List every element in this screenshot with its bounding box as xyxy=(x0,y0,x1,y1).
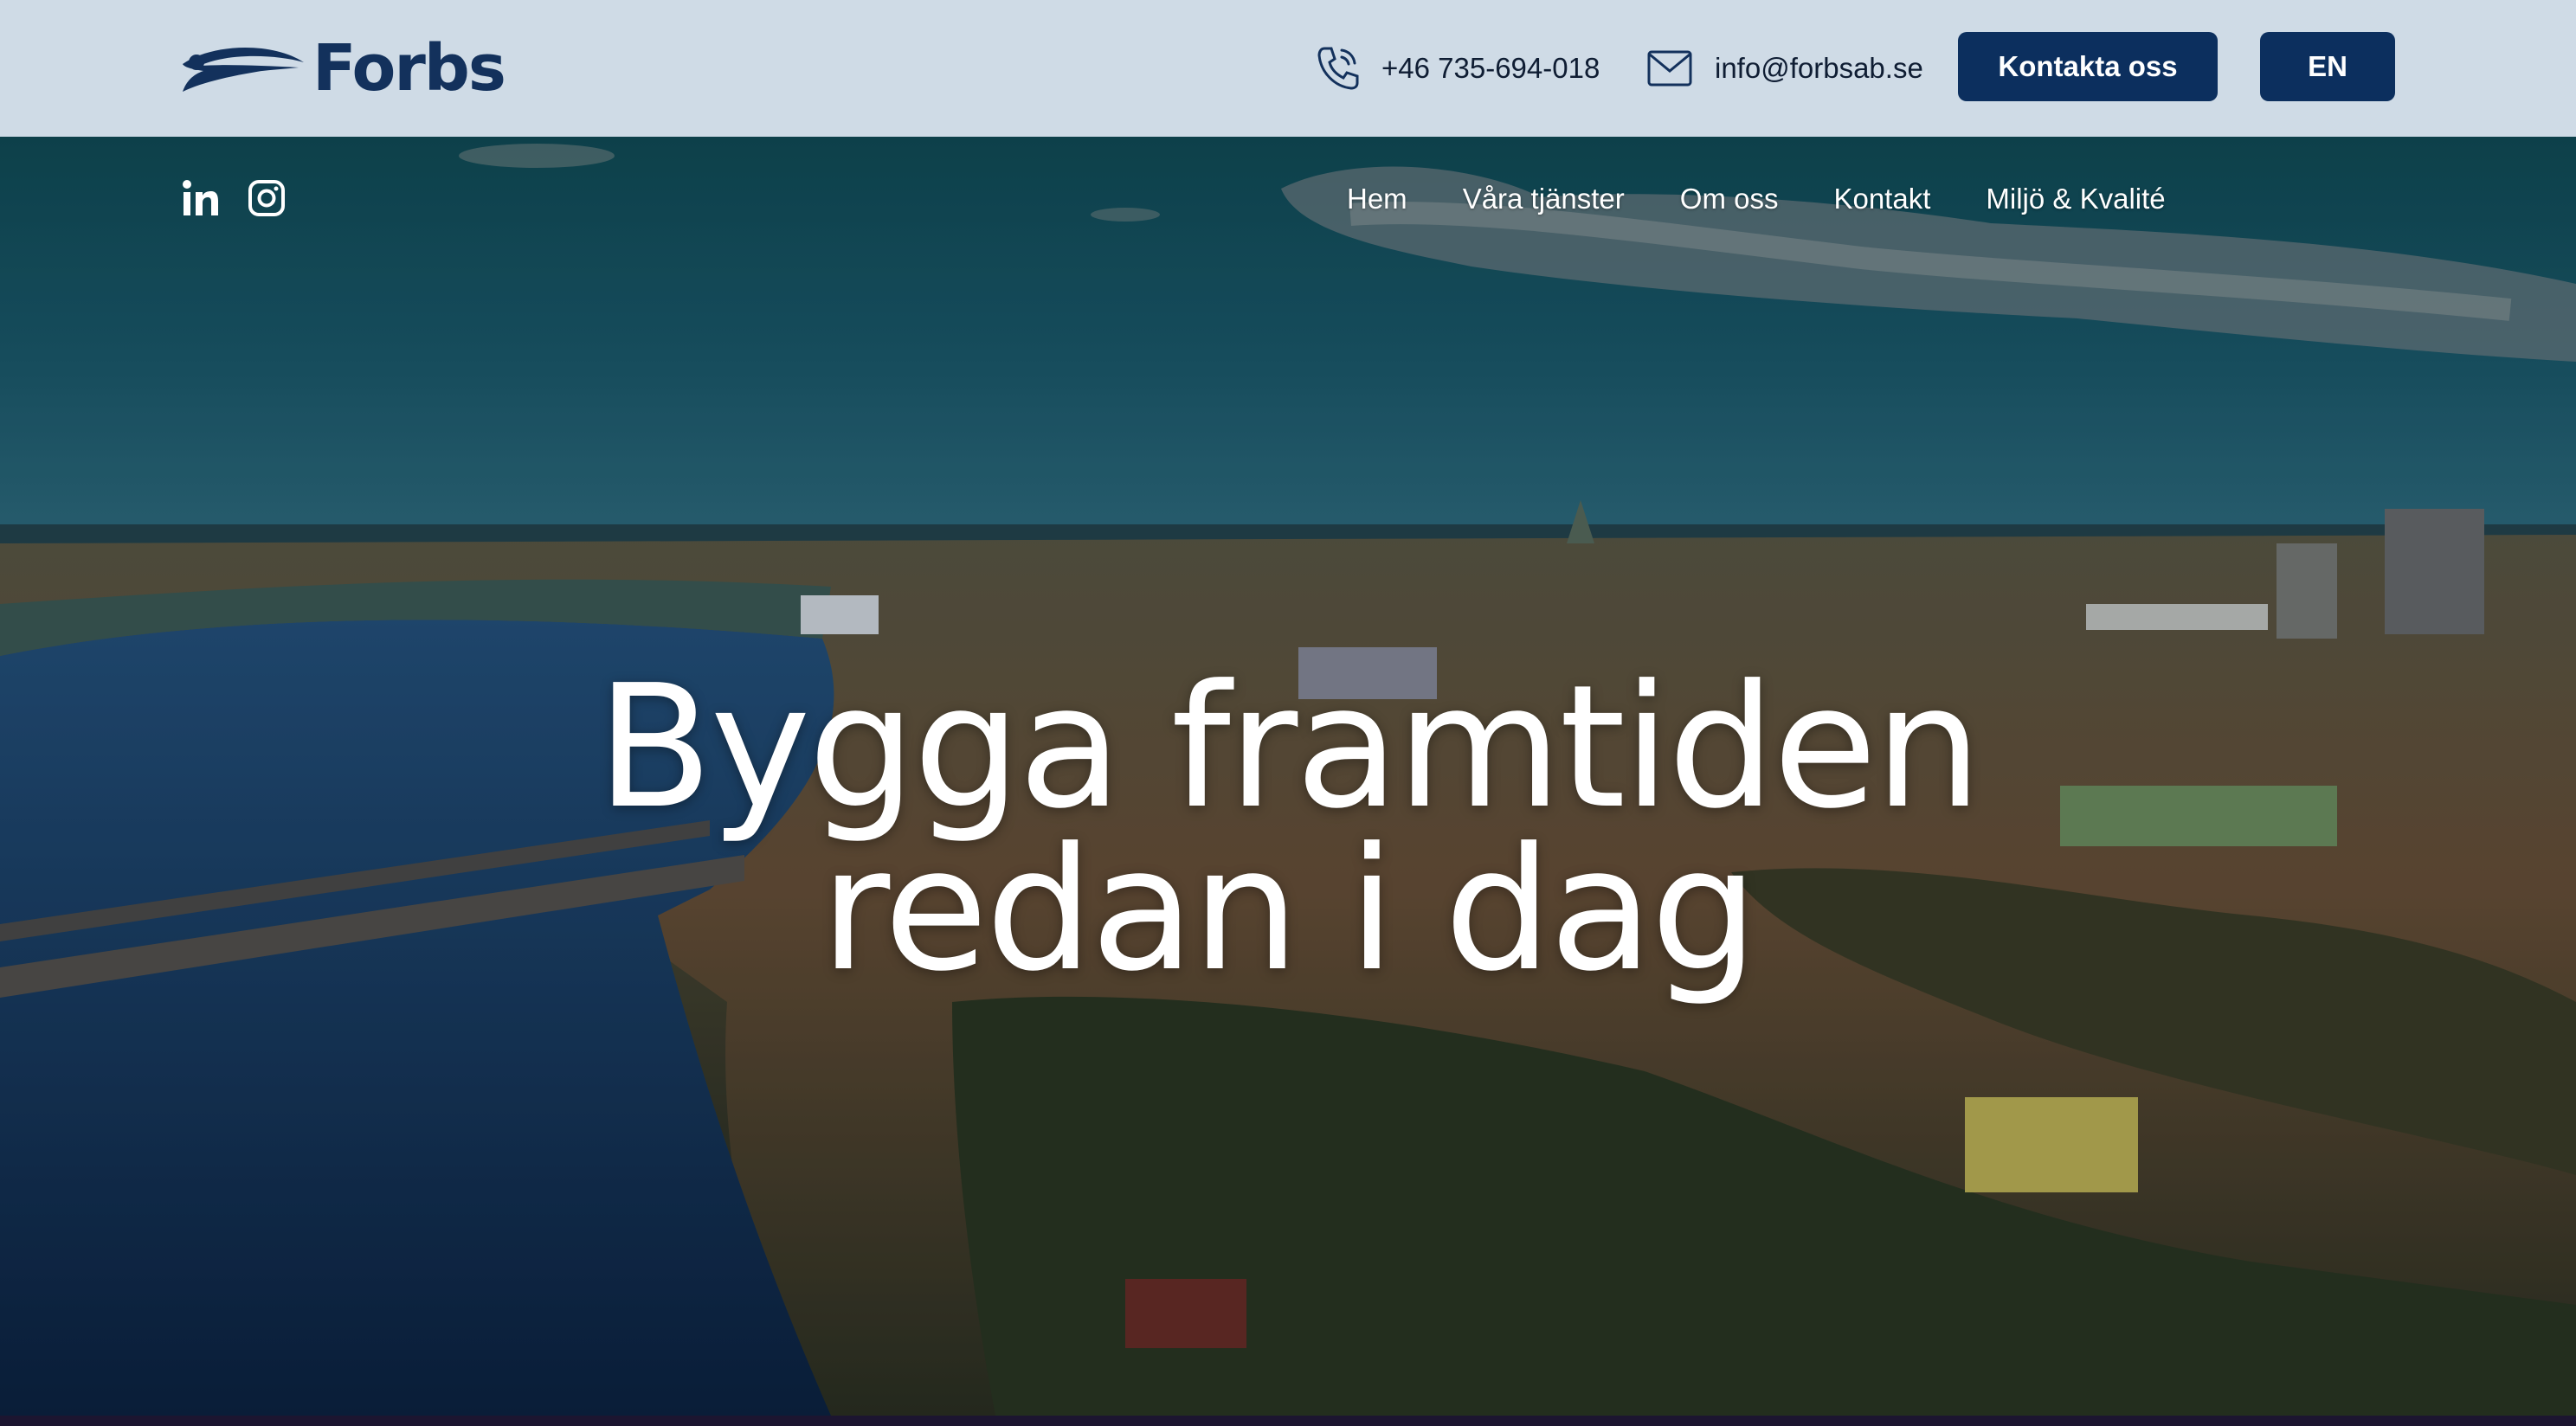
instagram-link[interactable] xyxy=(246,177,287,219)
logo[interactable]: Forbs xyxy=(177,31,506,106)
email-address[interactable]: info@forbsab.se xyxy=(1715,52,1923,85)
hero-headline: Bygga framtiden redan i dag xyxy=(0,649,2576,1009)
bottom-strip xyxy=(0,1416,2576,1426)
linkedin-icon xyxy=(183,180,218,215)
email-contact[interactable]: info@forbsab.se xyxy=(1647,35,1923,102)
mail-icon xyxy=(1647,50,1692,87)
nav-item-miljo-kvalite[interactable]: Miljö & Kvalité xyxy=(1986,183,2165,215)
logo-swoosh-icon xyxy=(183,47,304,92)
instagram-icon xyxy=(248,180,285,216)
phone-icon xyxy=(1317,47,1359,90)
phone-number[interactable]: +46 735-694-018 xyxy=(1381,52,1600,85)
linkedin-link[interactable] xyxy=(180,177,222,219)
headline-line-1: Bygga framtiden xyxy=(596,649,1982,846)
nav-item-hem[interactable]: Hem xyxy=(1347,183,1407,215)
top-bar: Forbs +46 735-694-018 info@forbsab.se Ko… xyxy=(0,0,2576,137)
nav-item-om-oss[interactable]: Om oss xyxy=(1680,183,1779,215)
logo-text: Forbs xyxy=(312,31,506,106)
phone-contact[interactable]: +46 735-694-018 xyxy=(1316,35,1600,102)
contact-us-button[interactable]: Kontakta oss xyxy=(1958,32,2218,101)
nav-item-vara-tjanster[interactable]: Våra tjänster xyxy=(1463,183,1625,215)
language-button[interactable]: EN xyxy=(2260,32,2395,101)
main-nav: Hem Våra tjänster Om oss Kontakt Miljö &… xyxy=(1347,177,2166,221)
headline-line-2: redan i dag xyxy=(820,812,1759,1009)
nav-item-kontakt[interactable]: Kontakt xyxy=(1833,183,1930,215)
